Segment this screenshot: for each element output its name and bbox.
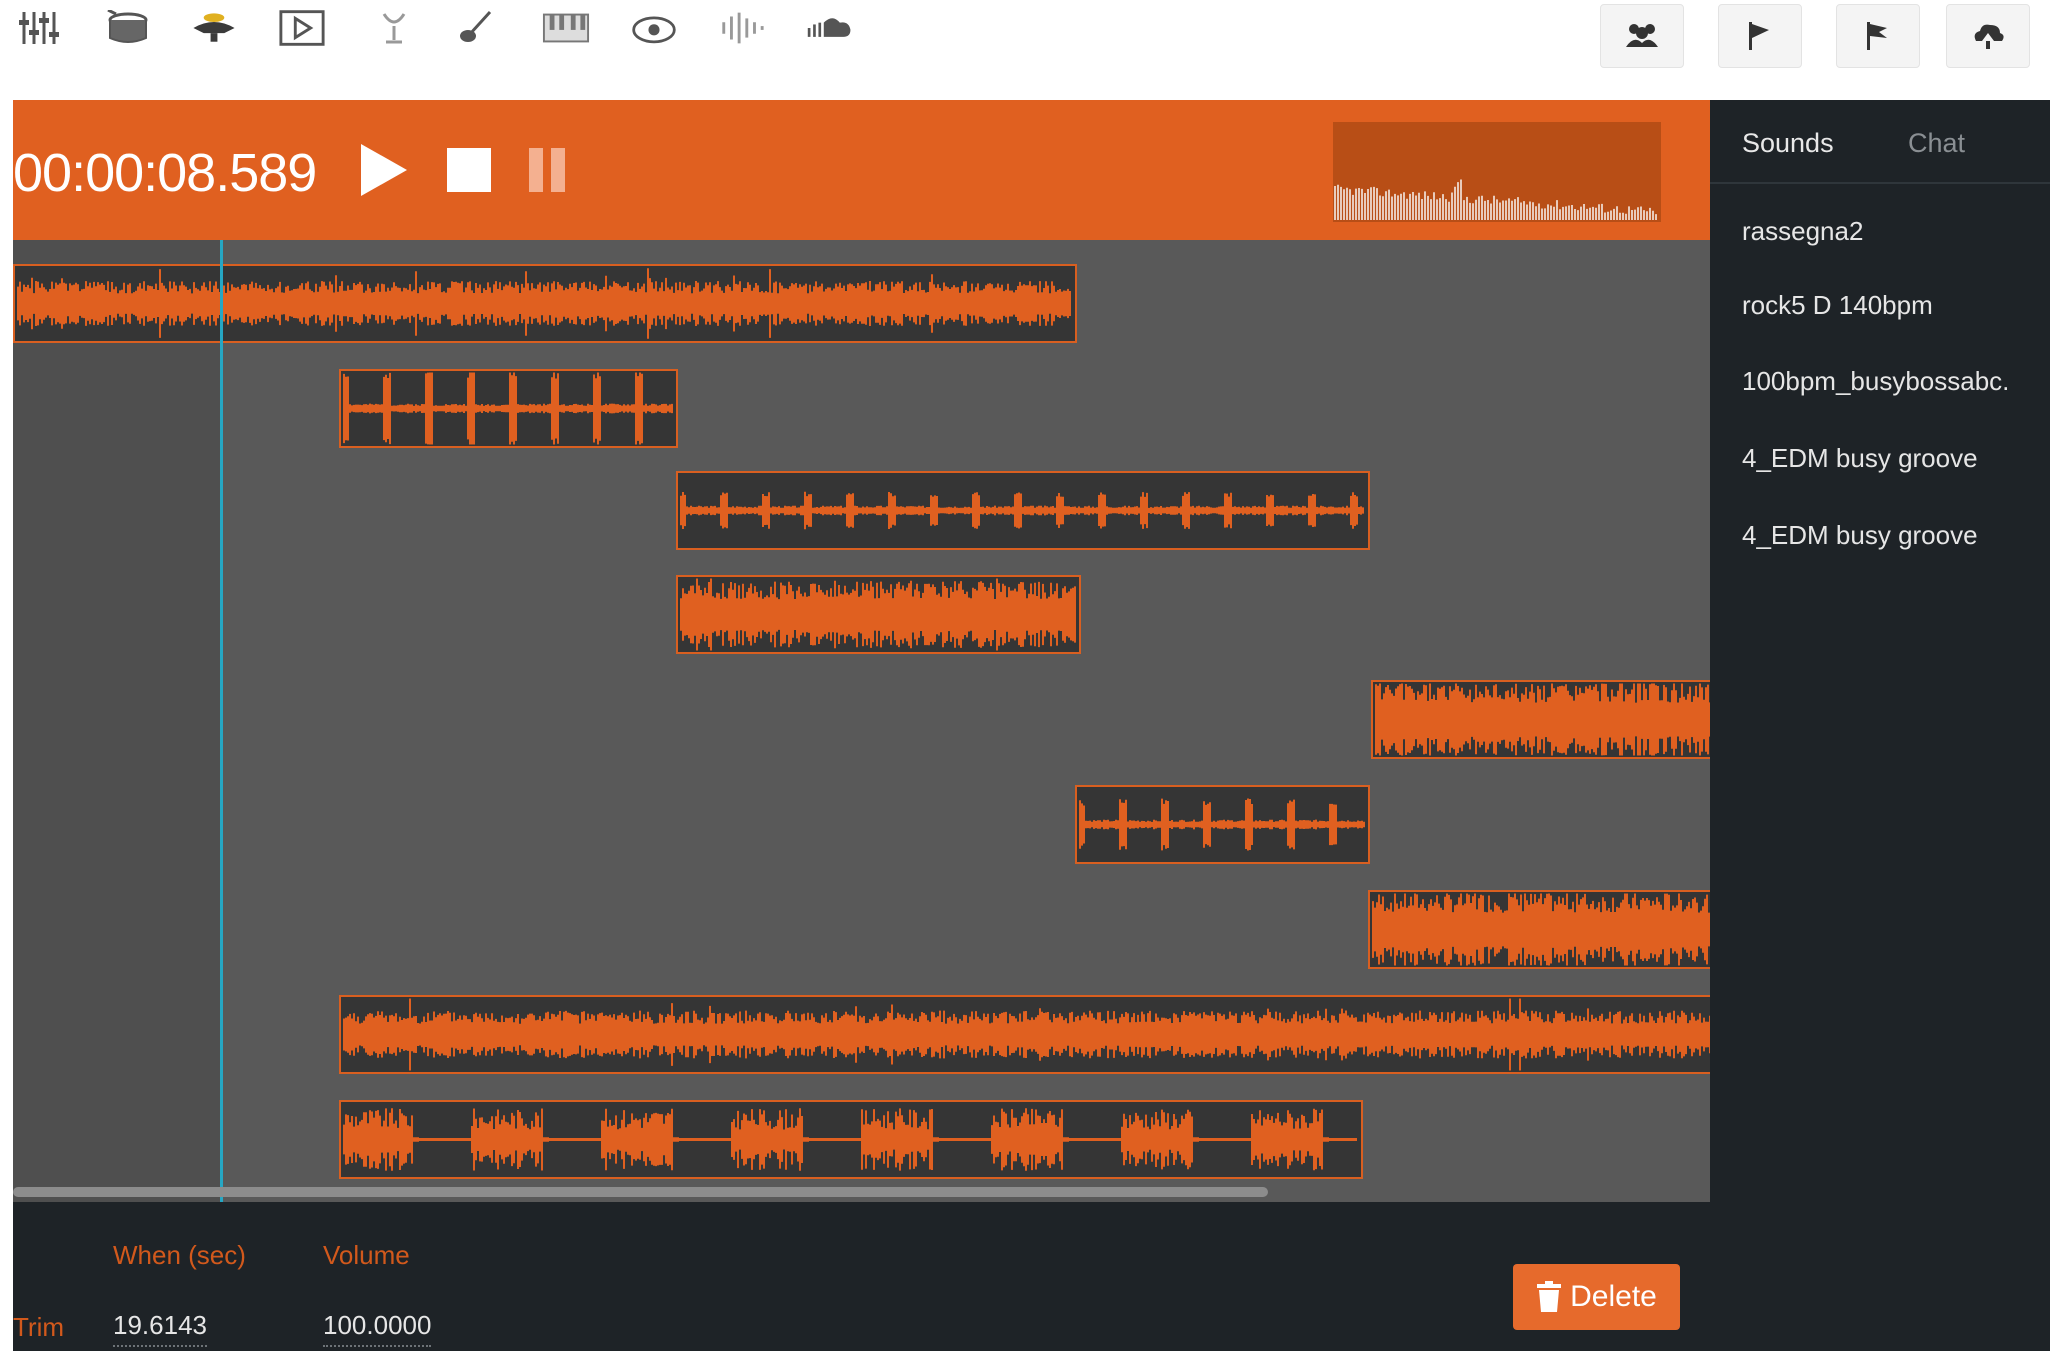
pause-button[interactable] bbox=[527, 146, 569, 199]
microphone-icon[interactable] bbox=[370, 8, 418, 48]
flag-button[interactable] bbox=[1718, 4, 1802, 68]
waveform-graphic bbox=[1372, 893, 1710, 966]
flag-alt-icon bbox=[1867, 22, 1887, 50]
flag-alt-button[interactable] bbox=[1836, 4, 1920, 68]
users-button[interactable] bbox=[1600, 4, 1684, 68]
tab-sounds[interactable]: Sounds bbox=[1742, 128, 1834, 159]
sidebar: Sounds Chat rassegna2 rock5 D 140bpm 100… bbox=[1710, 100, 2050, 1351]
audio-clip[interactable] bbox=[676, 575, 1081, 654]
volume-label: Volume bbox=[323, 1240, 410, 1270]
eye-icon[interactable] bbox=[630, 8, 678, 48]
audio-clip[interactable] bbox=[339, 1100, 1363, 1179]
sound-item[interactable]: rassegna2 bbox=[1742, 216, 1863, 247]
sound-item[interactable]: rock5 D 140bpm bbox=[1742, 290, 1933, 321]
stop-button[interactable] bbox=[445, 146, 493, 199]
audio-clip[interactable] bbox=[1075, 785, 1370, 864]
horizontal-scrollbar[interactable] bbox=[13, 1187, 1268, 1197]
track-gutter bbox=[13, 240, 221, 1202]
overview-waveform-graphic bbox=[1334, 179, 1657, 220]
timeline-tracks[interactable] bbox=[13, 240, 1710, 1202]
clip-properties-panel: When (sec) Volume Trim 19.6143 100.0000 … bbox=[13, 1202, 1710, 1351]
volume-field[interactable]: 100.0000 bbox=[323, 1310, 432, 1347]
audio-clip[interactable] bbox=[339, 369, 678, 448]
lamp-icon[interactable] bbox=[190, 8, 238, 48]
flag-icon bbox=[1749, 22, 1769, 50]
waveform-graphic bbox=[1079, 798, 1365, 851]
cloud-upload-icon bbox=[1974, 24, 2004, 49]
transport-bar: 00:00:08.589 bbox=[13, 100, 1710, 240]
trim-label: Trim bbox=[13, 1312, 65, 1342]
delete-button[interactable]: Delete bbox=[1513, 1264, 1680, 1330]
sound-item[interactable]: 100bpm_busybossabc. bbox=[1742, 366, 2009, 397]
waveform-graphic bbox=[680, 578, 1076, 651]
waveform-graphic bbox=[343, 998, 1710, 1071]
playhead[interactable] bbox=[220, 240, 223, 1202]
trash-icon bbox=[1537, 1281, 1562, 1312]
cloud-upload-button[interactable] bbox=[1946, 4, 2030, 68]
waveform-icon[interactable] bbox=[718, 8, 766, 48]
delete-label: Delete bbox=[1570, 1280, 1657, 1313]
tab-chat[interactable]: Chat bbox=[1908, 128, 1965, 159]
tab-divider bbox=[1710, 182, 2050, 184]
sound-item[interactable]: 4_EDM busy groove bbox=[1742, 520, 1978, 551]
waveform-graphic bbox=[680, 491, 1364, 530]
soundcloud-icon[interactable] bbox=[806, 8, 854, 48]
when-label: When (sec) bbox=[113, 1240, 246, 1270]
audio-clip[interactable] bbox=[1368, 890, 1710, 969]
guitar-icon[interactable] bbox=[452, 8, 500, 48]
play-box-icon[interactable] bbox=[278, 8, 326, 48]
overview-waveform[interactable] bbox=[1333, 122, 1661, 222]
audio-clip[interactable] bbox=[1371, 680, 1710, 759]
waveform-graphic bbox=[343, 372, 673, 445]
toolbar bbox=[0, 0, 2050, 100]
time-readout: 00:00:08.589 bbox=[13, 143, 317, 203]
users-icon bbox=[1626, 24, 1658, 47]
waveform-graphic bbox=[1375, 683, 1710, 756]
waveform-graphic bbox=[343, 1108, 1357, 1171]
waveform-graphic bbox=[17, 268, 1071, 339]
drum-icon[interactable] bbox=[104, 8, 152, 48]
mixer-icon[interactable] bbox=[16, 8, 64, 48]
audio-clip[interactable] bbox=[676, 471, 1370, 550]
audio-clip[interactable] bbox=[339, 995, 1710, 1074]
when-field[interactable]: 19.6143 bbox=[113, 1310, 207, 1347]
keyboard-icon[interactable] bbox=[542, 8, 590, 48]
sound-item[interactable]: 4_EDM busy groove bbox=[1742, 443, 1978, 474]
audio-clip[interactable] bbox=[13, 264, 1077, 343]
play-button[interactable] bbox=[359, 142, 409, 203]
